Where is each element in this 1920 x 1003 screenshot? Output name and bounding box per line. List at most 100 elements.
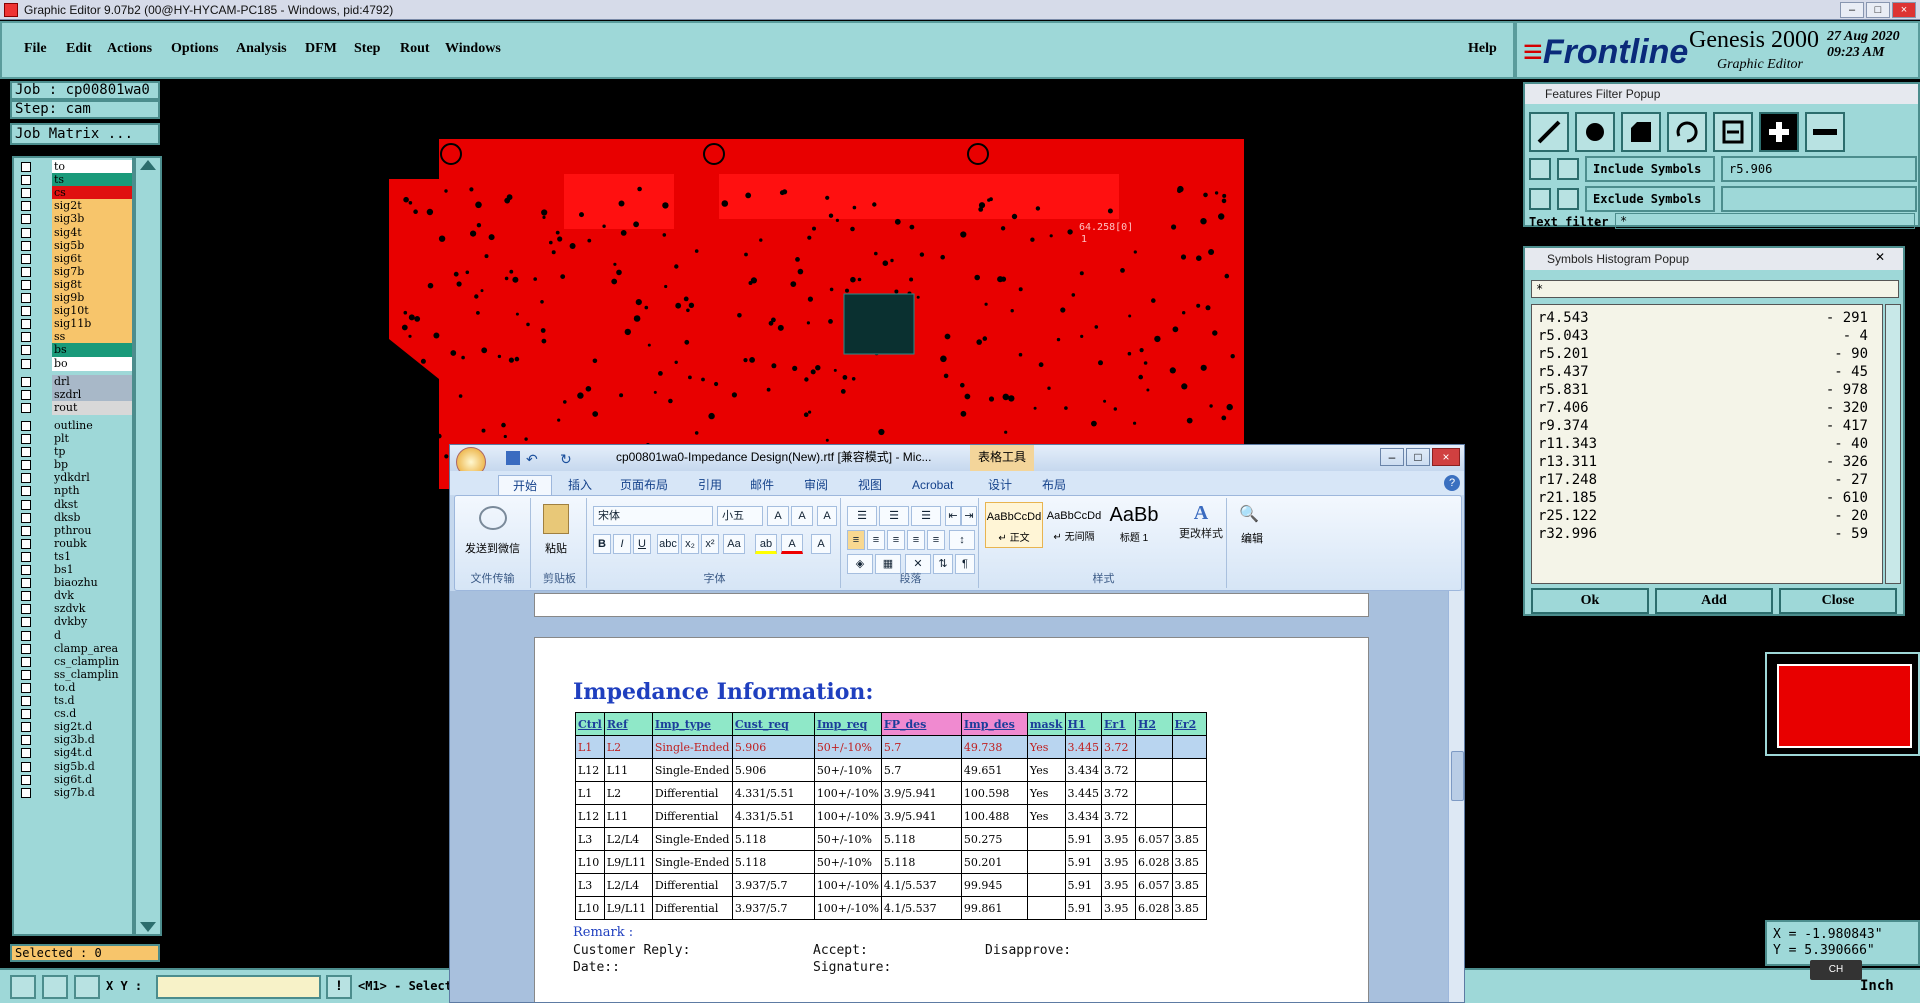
table-cell[interactable]: 3.9/5.941 <box>880 804 962 828</box>
table-cell[interactable]: 100+/-10% <box>813 873 882 897</box>
layer-checkbox[interactable] <box>21 279 31 290</box>
overview-preview[interactable] <box>1765 652 1920 756</box>
histogram-row[interactable]: r4.543 - 291 <box>1538 309 1876 327</box>
table-header-cell[interactable]: Ref <box>603 712 653 736</box>
layer-row[interactable]: cs <box>16 186 134 201</box>
minimize-button[interactable]: – <box>1840 2 1864 18</box>
layer-checkbox[interactable] <box>21 358 31 369</box>
table-cell[interactable]: 99.945 <box>960 873 1028 897</box>
layer-checkbox[interactable] <box>21 214 31 225</box>
layer-row[interactable]: to <box>16 160 134 174</box>
layer-checkbox[interactable] <box>21 266 31 277</box>
superscript-icon[interactable]: x² <box>701 534 719 554</box>
table-header-cell[interactable]: Imp_req <box>813 712 882 736</box>
maximize-button[interactable]: □ <box>1866 2 1890 18</box>
table-header-cell[interactable]: mask <box>1026 712 1066 736</box>
table-cell[interactable]: L12 <box>575 804 605 828</box>
layer-row[interactable]: dksb <box>16 510 134 525</box>
line-spacing-icon[interactable]: ↕ <box>949 530 975 550</box>
layer-checkbox[interactable] <box>21 389 31 400</box>
table-cell[interactable]: 50+/-10% <box>813 827 882 851</box>
table-row[interactable]: L10 L9/L11 Differential 3.937/5.7 100+/-10% 4… <box>575 896 1207 920</box>
table-cell[interactable]: L11 <box>603 758 653 782</box>
table-cell[interactable]: 100+/-10% <box>813 781 882 805</box>
table-cell[interactable]: L1 <box>575 781 605 805</box>
tab-layout[interactable]: 布局 <box>1042 475 1066 495</box>
table-cell[interactable]: Yes <box>1026 781 1066 805</box>
layer-row[interactable]: to.d <box>16 680 134 695</box>
layer-checkbox[interactable] <box>21 201 31 212</box>
table-cell[interactable]: 5.91 <box>1064 896 1102 920</box>
table-cell[interactable]: 5.91 <box>1064 827 1102 851</box>
layer-row[interactable]: sig8t <box>16 277 134 292</box>
table-cell[interactable]: Yes <box>1026 758 1066 782</box>
table-cell[interactable] <box>1171 804 1207 828</box>
layer-row[interactable]: sig3b <box>16 212 134 227</box>
layer-row[interactable]: sig3b.d <box>16 733 134 748</box>
scroll-up-arrow-icon[interactable] <box>140 160 156 170</box>
table-cell[interactable]: 5.906 <box>731 735 815 759</box>
layer-name[interactable]: dksb <box>52 510 132 525</box>
layer-checkbox[interactable] <box>21 630 31 641</box>
table-cell[interactable]: 3.72 <box>1101 804 1136 828</box>
layer-row[interactable]: sig2t.d <box>16 720 134 735</box>
histogram-row[interactable]: r21.185 - 610 <box>1538 489 1876 507</box>
layer-name[interactable]: sig5b.d <box>52 759 132 774</box>
clear-format-icon[interactable]: A <box>817 506 837 526</box>
help-icon[interactable]: ? <box>1444 475 1460 491</box>
layer-name[interactable]: pthrou <box>52 523 132 538</box>
layer-checkbox[interactable] <box>21 188 31 199</box>
menu-dfm[interactable]: DFM <box>305 41 337 57</box>
layer-checkbox[interactable] <box>21 306 31 317</box>
table-cell[interactable]: 50+/-10% <box>813 758 882 782</box>
layer-name[interactable]: drl <box>52 374 132 389</box>
layer-checkbox[interactable] <box>21 447 31 458</box>
table-cell[interactable]: 4.1/5.537 <box>880 873 962 897</box>
layer-checkbox[interactable] <box>21 486 31 497</box>
close-popup-button[interactable]: Close <box>1779 588 1897 614</box>
scroll-down-arrow-icon[interactable] <box>140 922 156 932</box>
table-cell[interactable]: 50.275 <box>960 827 1028 851</box>
layer-name[interactable]: bs1 <box>52 563 132 577</box>
layer-checkbox[interactable] <box>21 591 31 602</box>
table-cell[interactable]: L9/L11 <box>603 850 653 874</box>
layer-row[interactable]: dkst <box>16 497 134 512</box>
table-cell[interactable] <box>1135 735 1173 759</box>
layer-name[interactable]: dvk <box>52 589 132 604</box>
shrink-font-icon[interactable]: A <box>791 506 813 526</box>
layer-row[interactable]: sig11b <box>16 317 134 332</box>
layer-name[interactable]: to.d <box>52 680 132 695</box>
layer-name[interactable]: sig5b <box>52 238 132 253</box>
layer-checkbox[interactable] <box>21 604 31 615</box>
grow-font-icon[interactable]: A <box>767 506 789 526</box>
tab-review[interactable]: 审阅 <box>804 475 828 495</box>
table-cell[interactable] <box>1026 850 1066 874</box>
table-cell[interactable] <box>1171 758 1207 782</box>
histogram-row[interactable]: r32.996 - 59 <box>1538 525 1876 543</box>
layer-row[interactable]: drl <box>16 374 134 389</box>
layer-name[interactable]: to <box>52 160 132 174</box>
layer-checkbox[interactable] <box>21 402 31 413</box>
table-cell[interactable]: L11 <box>603 804 653 828</box>
table-cell[interactable]: Yes <box>1026 804 1066 828</box>
layer-checkbox[interactable] <box>21 578 31 589</box>
strikethrough-icon[interactable]: abc <box>657 534 679 554</box>
table-cell[interactable]: 3.445 <box>1064 781 1102 805</box>
layer-checkbox[interactable] <box>21 227 31 238</box>
layer-row[interactable]: tp <box>16 445 134 460</box>
tab-acrobat[interactable]: Acrobat <box>912 475 953 495</box>
layer-checkbox[interactable] <box>21 376 31 387</box>
table-cell[interactable]: L3 <box>575 827 605 851</box>
layer-name[interactable]: bs <box>52 343 132 358</box>
menu-rout[interactable]: Rout <box>400 41 430 57</box>
layer-row[interactable]: ts <box>16 173 134 188</box>
layer-name[interactable]: sig4t <box>52 225 132 240</box>
table-cell[interactable] <box>1171 781 1207 805</box>
table-header-cell[interactable]: Imp_type <box>651 712 733 736</box>
layer-name[interactable]: sig11b <box>52 317 132 332</box>
table-cell[interactable]: 3.72 <box>1101 758 1136 782</box>
paste-icon[interactable] <box>543 504 569 534</box>
layer-row[interactable]: d <box>16 628 134 643</box>
menu-step[interactable]: Step <box>354 41 380 57</box>
text-tool-icon[interactable] <box>1713 112 1753 152</box>
